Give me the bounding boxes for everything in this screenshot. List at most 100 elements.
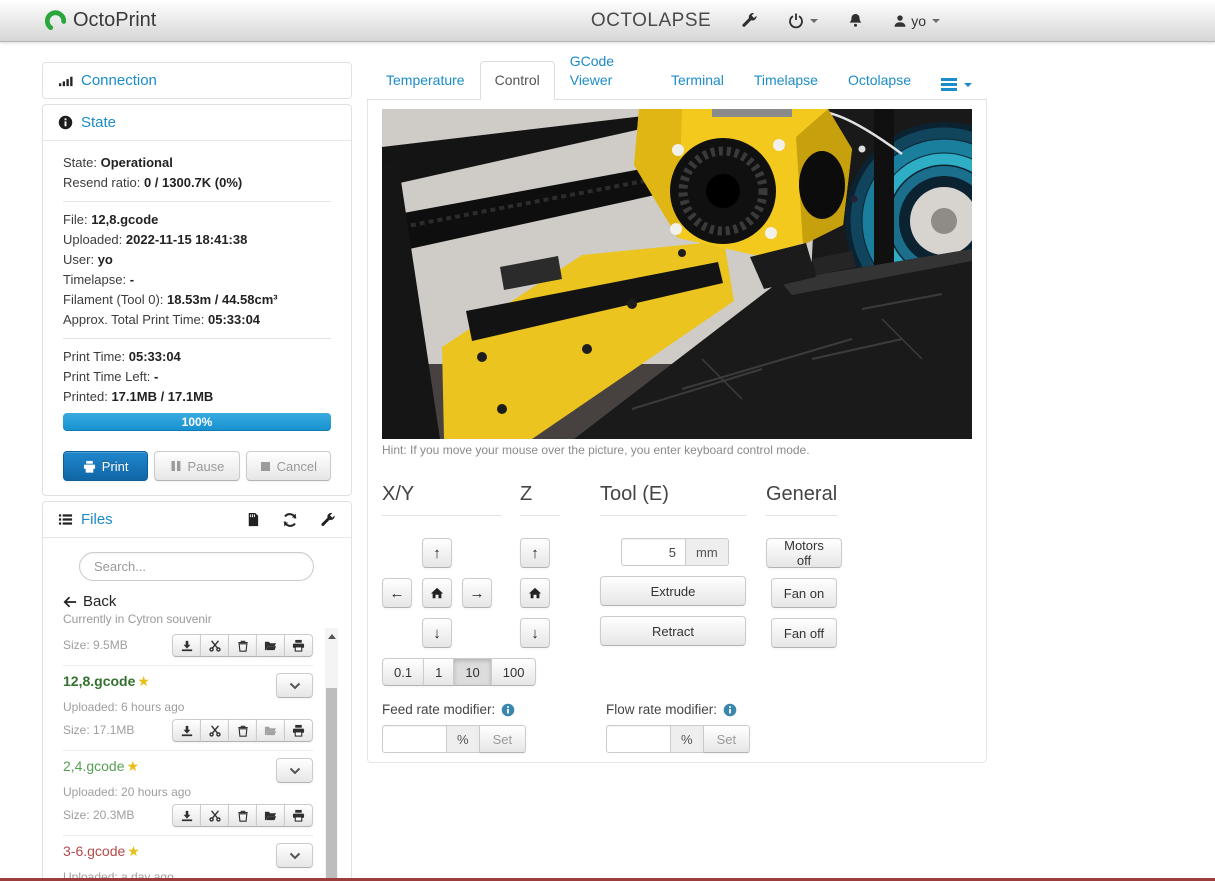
state-uploaded: Uploaded: 2022-11-15 18:41:38 [63, 230, 331, 250]
section-title-z: Z [520, 483, 560, 516]
flow-rate-set-button[interactable]: Set [703, 725, 751, 753]
home-xy-button[interactable] [422, 578, 452, 608]
star-icon[interactable]: ★ [127, 758, 140, 775]
file-name[interactable]: 12,8.gcode [63, 673, 135, 689]
slice-file-button[interactable] [200, 634, 229, 657]
file-row: 3-6.gcode ★ Uploaded: a day ago Size: 40… [63, 835, 313, 881]
refresh-files-button[interactable] [282, 512, 298, 528]
print-button[interactable]: Print [63, 451, 148, 481]
step-size-0.1-button[interactable]: 0.1 [382, 658, 424, 686]
brand[interactable]: OctoPrint [45, 9, 156, 32]
arrow-down-icon: ↓ [531, 625, 539, 642]
home-z-button[interactable] [520, 578, 550, 608]
jog-y-plus-button[interactable]: ↑ [422, 538, 452, 568]
settings-button[interactable] [741, 12, 758, 29]
pause-icon [170, 460, 182, 472]
retract-button[interactable]: Retract [600, 616, 746, 646]
chevron-down-icon [810, 19, 818, 23]
download-file-button[interactable] [172, 634, 201, 657]
extrusion-amount-input[interactable] [621, 538, 686, 566]
files-settings-button[interactable] [320, 512, 336, 528]
chevron-down-icon [289, 767, 301, 775]
file-details-toggle[interactable] [276, 673, 313, 698]
tab-overflow-menu[interactable] [926, 68, 987, 100]
webcam-image[interactable] [382, 109, 972, 439]
file-details-toggle[interactable] [276, 758, 313, 783]
files-scrollbar[interactable] [325, 628, 338, 880]
scrollbar-thumb[interactable] [326, 688, 337, 880]
fan-on-button[interactable]: Fan on [771, 578, 837, 608]
system-menu-button[interactable] [788, 13, 818, 29]
chevron-down-icon [289, 852, 301, 860]
jog-x-plus-button[interactable]: → [462, 578, 492, 608]
tab-temperature[interactable]: Temperature [371, 61, 480, 100]
tab-timelapse[interactable]: Timelapse [739, 61, 833, 100]
chevron-down-icon [289, 682, 301, 690]
print-file-button[interactable] [284, 719, 313, 742]
step-size-10-button[interactable]: 10 [453, 658, 491, 686]
printer-icon [83, 460, 96, 473]
star-icon[interactable]: ★ [127, 843, 140, 860]
info-icon[interactable] [501, 703, 515, 717]
info-icon[interactable] [723, 703, 737, 717]
step-size-group: 0.1 1 10 100 [382, 658, 536, 686]
home-icon [430, 586, 444, 600]
download-file-button[interactable] [172, 804, 201, 827]
user-menu-button[interactable]: yo [893, 13, 940, 29]
fan-off-button[interactable]: Fan off [771, 618, 837, 648]
tab-terminal[interactable]: Terminal [656, 61, 739, 100]
file-row: 2,4.gcode ★ Uploaded: 20 hours ago Size:… [63, 750, 313, 835]
move-file-button[interactable] [256, 804, 285, 827]
extrude-button[interactable]: Extrude [600, 576, 746, 606]
step-size-1-button[interactable]: 1 [423, 658, 454, 686]
feed-rate-input[interactable] [382, 725, 447, 753]
move-file-button[interactable] [256, 634, 285, 657]
files-panel-title[interactable]: Files [81, 511, 113, 528]
divider [63, 201, 331, 202]
flow-rate-label: Flow rate modifier: [606, 702, 750, 717]
delete-file-button[interactable] [228, 719, 257, 742]
sd-card-button[interactable] [245, 512, 260, 528]
download-file-button[interactable] [172, 719, 201, 742]
pause-button[interactable]: Pause [154, 451, 239, 481]
print-file-button[interactable] [284, 634, 313, 657]
cancel-button[interactable]: Cancel [246, 451, 331, 481]
state-status: State: Operational [63, 153, 331, 173]
jog-z-minus-button[interactable]: ↓ [520, 618, 550, 648]
slice-file-button[interactable] [200, 719, 229, 742]
jog-y-minus-button[interactable]: ↓ [422, 618, 452, 648]
feed-rate-set-button[interactable]: Set [479, 725, 527, 753]
file-details-toggle[interactable] [276, 843, 313, 868]
folder-back-button[interactable]: Back [63, 593, 351, 610]
tab-octolapse[interactable]: Octolapse [833, 61, 926, 100]
user-name: yo [911, 13, 926, 29]
delete-file-button[interactable] [228, 634, 257, 657]
flow-rate-input[interactable] [606, 725, 671, 753]
file-name[interactable]: 2,4.gcode [63, 758, 125, 774]
connection-panel-title[interactable]: Connection [81, 72, 157, 89]
stop-icon [260, 461, 271, 472]
motors-off-button[interactable]: Motors off [766, 538, 842, 568]
jog-x-minus-button[interactable]: ← [382, 578, 412, 608]
state-printed: Printed: 17.1MB / 17.1MB [63, 387, 331, 407]
arrow-up-icon: ↑ [531, 545, 539, 562]
print-progress-value: 100% [182, 415, 213, 429]
extrusion-amount-group: mm [621, 538, 729, 566]
star-icon[interactable]: ★ [137, 673, 150, 690]
printer-icon [292, 724, 305, 737]
slice-file-button[interactable] [200, 804, 229, 827]
delete-file-button[interactable] [228, 804, 257, 827]
download-icon [181, 640, 193, 652]
file-name[interactable]: 3-6.gcode [63, 843, 125, 859]
flow-rate-unit: % [671, 725, 704, 753]
tab-gcode-viewer[interactable]: GCode Viewer [555, 42, 656, 100]
print-file-button[interactable] [284, 804, 313, 827]
move-file-button[interactable] [256, 719, 285, 742]
state-panel-title[interactable]: State [81, 114, 116, 131]
jog-z-plus-button[interactable]: ↑ [520, 538, 550, 568]
notifications-button[interactable] [848, 13, 863, 28]
file-search-input[interactable] [79, 552, 314, 581]
list-icon [58, 512, 73, 527]
tab-control[interactable]: Control [480, 61, 555, 100]
scroll-up-button[interactable] [325, 628, 338, 644]
